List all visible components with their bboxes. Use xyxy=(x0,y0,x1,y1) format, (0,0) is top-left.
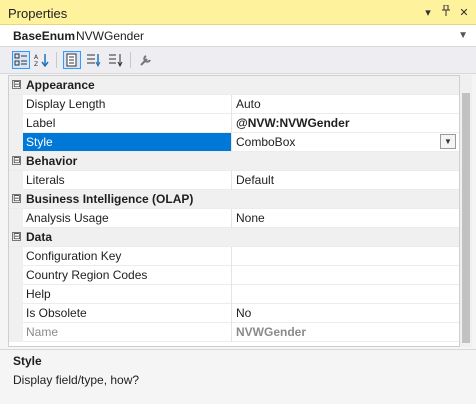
category-row[interactable]: ⊟ Behavior xyxy=(9,152,459,171)
events-icon xyxy=(87,54,101,67)
category-label: Appearance xyxy=(26,78,95,92)
chevron-down-icon[interactable]: ▼ xyxy=(458,30,468,41)
alphabetical-button[interactable]: A Z xyxy=(33,51,51,69)
selected-property[interactable]: Style xyxy=(23,133,231,151)
property-grid: ⊟ Appearance Display Length Auto Label @NVW:N… xyxy=(8,75,460,347)
svg-text:A: A xyxy=(34,54,39,61)
vertical-scrollbar[interactable] xyxy=(460,75,472,347)
category-row[interactable]: ⊟ Business Intelligence (OLAP) xyxy=(9,190,459,209)
property-value[interactable]: @NVW:NVWGender xyxy=(236,116,349,130)
property-name: Literals xyxy=(26,173,65,187)
property-value[interactable]: NVWGender xyxy=(236,325,306,339)
sort-icon xyxy=(109,54,123,67)
property-row[interactable]: Style ComboBox ▼ xyxy=(9,133,459,152)
window-title: Properties xyxy=(8,6,68,21)
object-selector[interactable]: BaseEnum NVWGender ▼ xyxy=(0,25,476,47)
property-name: Name xyxy=(26,325,59,339)
property-value[interactable]: None xyxy=(236,211,265,225)
property-value[interactable]: Auto xyxy=(236,97,261,111)
category-label: Data xyxy=(26,230,53,244)
property-name: Display Length xyxy=(26,97,106,111)
property-row[interactable]: Configuration Key xyxy=(9,247,459,266)
property-value[interactable]: ComboBox xyxy=(236,135,295,149)
wrench-icon xyxy=(140,55,151,66)
property-row[interactable]: Analysis Usage None xyxy=(9,209,459,228)
property-row[interactable]: Literals Default xyxy=(9,171,459,190)
collapse-icon[interactable]: ⊟ xyxy=(12,80,21,89)
property-name: Configuration Key xyxy=(26,249,122,263)
property-name: Help xyxy=(26,287,51,301)
svg-text:Z: Z xyxy=(34,61,38,67)
category-row[interactable]: ⊟ Appearance xyxy=(9,76,459,95)
property-row[interactable]: Help xyxy=(9,285,459,304)
property-value[interactable]: No xyxy=(236,306,251,320)
category-label: Business Intelligence (OLAP) xyxy=(26,192,194,206)
category-label: Behavior xyxy=(26,154,78,168)
title-bar: Properties ▾ ✕ xyxy=(0,0,476,25)
scrollbar-thumb[interactable] xyxy=(462,93,470,343)
category-row[interactable]: ⊟ Data xyxy=(9,228,459,247)
categorized-icon xyxy=(14,53,27,66)
properties-icon xyxy=(66,53,77,67)
sort-button[interactable] xyxy=(107,51,125,69)
property-row[interactable]: Display Length Auto xyxy=(9,95,459,114)
property-name: Is Obsolete xyxy=(26,306,87,320)
properties-button[interactable] xyxy=(63,51,81,69)
property-row[interactable]: Country Region Codes xyxy=(9,266,459,285)
collapse-icon[interactable]: ⊟ xyxy=(12,194,21,203)
description-pane: Style Display field/type, how? xyxy=(0,349,476,404)
pin-icon[interactable] xyxy=(440,4,452,19)
property-name: Style xyxy=(26,135,53,149)
close-icon[interactable]: ✕ xyxy=(458,6,470,19)
property-row[interactable]: Name NVWGender xyxy=(9,323,459,342)
property-row[interactable]: Is Obsolete No xyxy=(9,304,459,323)
collapse-icon[interactable]: ⊟ xyxy=(12,156,21,165)
property-row[interactable]: Label @NVW:NVWGender xyxy=(9,114,459,133)
property-name: Country Region Codes xyxy=(26,268,148,282)
property-name: Label xyxy=(26,116,56,130)
property-value[interactable]: Default xyxy=(236,173,274,187)
dropdown-arrow-icon[interactable]: ▾ xyxy=(422,6,434,19)
events-button[interactable] xyxy=(85,51,103,69)
description-text: Display field/type, how? xyxy=(13,373,140,387)
toolbar: A Z xyxy=(0,47,476,74)
property-name: Analysis Usage xyxy=(26,211,109,225)
collapse-icon[interactable]: ⊟ xyxy=(12,232,21,241)
description-title: Style xyxy=(13,354,42,368)
categorized-button[interactable] xyxy=(12,51,30,69)
property-pages-button[interactable] xyxy=(137,51,155,69)
chevron-down-icon[interactable]: ▼ xyxy=(440,134,456,149)
alphabetical-icon: A Z xyxy=(34,54,49,67)
object-type: BaseEnum xyxy=(13,29,76,43)
object-name: NVWGender xyxy=(76,29,145,43)
